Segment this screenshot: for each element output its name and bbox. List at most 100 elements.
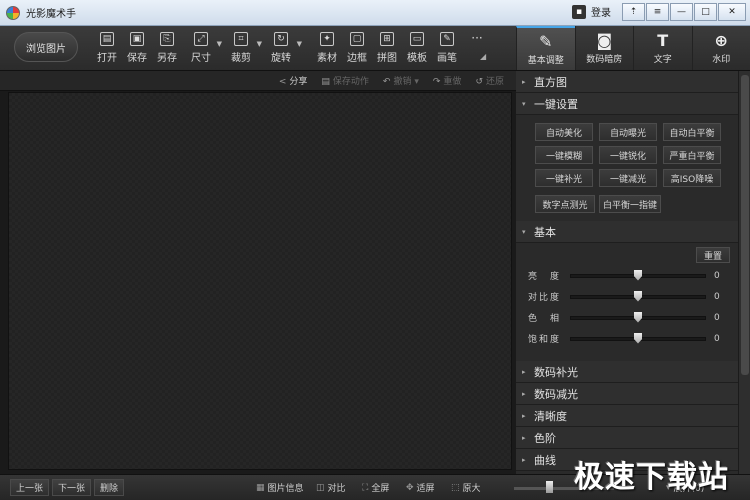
chevron-down-icon[interactable]: ▼ <box>217 40 222 48</box>
save-action-button[interactable]: ▤ 保存动作 <box>321 74 369 87</box>
login-button[interactable]: ▪ 登录 <box>572 4 611 19</box>
camera-icon: ◙ <box>596 30 613 50</box>
share-icon: < <box>278 77 287 87</box>
tool-save[interactable]: ▣ 保存 <box>122 32 152 64</box>
tool-more[interactable]: ··· ◢ <box>462 32 492 64</box>
chevron-down-icon[interactable]: ▼ <box>297 40 302 48</box>
auto-exposure-button[interactable]: 自动曝光 <box>599 123 657 141</box>
redo-button[interactable]: ↷ 重做 <box>433 74 462 87</box>
slider-track[interactable] <box>570 269 706 281</box>
slider-track[interactable] <box>570 332 706 344</box>
saturation-slider[interactable]: 饱和度 0 <box>528 332 724 345</box>
contrast-slider[interactable]: 对比度 0 <box>528 290 724 303</box>
restore-button[interactable]: ↺ 还原 <box>475 74 504 87</box>
severe-white-balance-button[interactable]: 严重白平衡 <box>663 146 721 164</box>
adjust-panel: ▸ 直方图 ▾ 一键设置 自动美化 自动曝光 自动白平衡 一键模糊 一键锐化 严… <box>516 71 738 474</box>
undo-button[interactable]: ↶ 撤销 ▾ <box>383 74 419 87</box>
tab-watermark[interactable]: ⊕ 水印 <box>691 26 750 70</box>
slider-knob[interactable] <box>634 311 642 323</box>
border-icon: ▢ <box>350 32 364 46</box>
close-button[interactable]: ✕ <box>718 3 746 21</box>
one-click-blur-button[interactable]: 一键模糊 <box>535 146 593 164</box>
compare-label: 对比 <box>327 484 346 494</box>
next-image-button[interactable]: 下一张 <box>52 479 92 496</box>
menu-button[interactable]: ≡ <box>646 3 669 21</box>
tab-darkroom[interactable]: ◙ 数码暗房 <box>574 26 634 70</box>
more-icon: ··· <box>471 31 483 45</box>
minimize-button[interactable]: — <box>670 3 693 21</box>
image-info-button[interactable]: ▦ 图片信息 <box>256 481 304 495</box>
scrollbar-thumb[interactable] <box>741 75 749 375</box>
tool-open[interactable]: ▤ 打开 <box>92 32 122 64</box>
tool-brush-label: 画笔 <box>437 53 457 64</box>
brightness-slider[interactable]: 亮 度 0 <box>528 269 724 282</box>
share-button[interactable]: < 分享 <box>279 74 308 87</box>
resize-icon: ⤢ <box>194 32 208 46</box>
slider-knob[interactable] <box>634 269 642 281</box>
tool-brush[interactable]: ✎ 画笔 <box>432 32 462 64</box>
tool-border[interactable]: ▢ 边框 <box>342 32 372 64</box>
slider-label: 对比度 <box>528 293 562 303</box>
compare-button[interactable]: ◫ 对比 <box>316 481 346 495</box>
section-reduce-light[interactable]: ▸ 数码减光 <box>516 383 738 405</box>
info-icon: ▦ <box>256 482 265 493</box>
slider-knob[interactable] <box>634 332 642 344</box>
section-one-click[interactable]: ▾ 一键设置 <box>516 93 738 115</box>
brush-icon: ✎ <box>440 32 454 46</box>
slider-track[interactable] <box>570 290 706 302</box>
site-watermark: 极速下载站 <box>574 460 729 495</box>
tool-material-label: 素材 <box>317 53 337 64</box>
image-info-label: 图片信息 <box>267 484 304 494</box>
tool-crop[interactable]: ⌗ 裁剪 ▼ <box>226 32 262 64</box>
delete-button[interactable]: 删除 <box>94 479 125 496</box>
expand-arrow-icon: ▸ <box>522 367 526 376</box>
section-fill-light[interactable]: ▸ 数码补光 <box>516 361 738 383</box>
section-levels[interactable]: ▸ 色阶 <box>516 427 738 449</box>
original-size-icon: ⬚ <box>451 482 460 493</box>
prev-image-button[interactable]: 上一张 <box>10 479 50 496</box>
chevron-down-icon[interactable]: ▼ <box>257 40 262 48</box>
slider-knob[interactable] <box>634 290 642 302</box>
hue-slider[interactable]: 色 相 0 <box>528 311 724 324</box>
tool-template[interactable]: ▭ 模板 <box>402 32 432 64</box>
slider-track[interactable] <box>570 311 706 323</box>
reset-button[interactable]: 重置 <box>696 247 730 263</box>
tool-save-as[interactable]: ⎘ 另存 <box>152 32 182 64</box>
high-iso-denoise-button[interactable]: 高ISO降噪 <box>663 169 721 187</box>
panel-scrollbar[interactable] <box>738 71 750 474</box>
white-balance-finger-button[interactable]: 白平衡一指键 <box>599 195 661 213</box>
slider-label: 色 相 <box>528 314 562 324</box>
tool-resize[interactable]: ⤢ 尺寸 ▼ <box>186 32 222 64</box>
original-size-button[interactable]: ⬚ 原大 <box>451 481 481 495</box>
expand-arrow-icon: ▸ <box>522 433 526 442</box>
section-histogram[interactable]: ▸ 直方图 <box>516 71 738 93</box>
tab-basic-adjust[interactable]: ✎ 基本调整 <box>516 26 575 70</box>
fit-screen-label: 适屏 <box>416 484 435 494</box>
tab-text[interactable]: T 文字 <box>633 26 692 70</box>
tool-material[interactable]: ✦ 素材 <box>312 32 342 64</box>
one-click-reduce-light-button[interactable]: 一键减光 <box>599 169 657 187</box>
auto-white-balance-button[interactable]: 自动白平衡 <box>663 123 721 141</box>
auto-beautify-button[interactable]: 自动美化 <box>535 123 593 141</box>
fit-icon: ✥ <box>406 482 414 493</box>
fullscreen-button[interactable]: ⛶ 全屏 <box>362 481 389 495</box>
section-title: 色阶 <box>534 431 556 445</box>
spot-metering-button[interactable]: 数字点测光 <box>535 195 595 213</box>
section-clarity[interactable]: ▸ 清晰度 <box>516 405 738 427</box>
image-canvas[interactable] <box>8 92 512 470</box>
maximize-button[interactable]: □ <box>694 3 717 21</box>
chevron-down-icon[interactable]: ▾ <box>414 77 419 87</box>
one-click-fill-light-button[interactable]: 一键补光 <box>535 169 593 187</box>
tool-resize-label: 尺寸 <box>191 53 211 64</box>
skin-button[interactable]: ⇡ <box>622 3 645 21</box>
one-click-sharpen-button[interactable]: 一键锐化 <box>599 146 657 164</box>
tool-rotate[interactable]: ↻ 旋转 ▼ <box>266 32 302 64</box>
tool-collage[interactable]: ⊞ 拼图 <box>372 32 402 64</box>
fit-screen-button[interactable]: ✥ 适屏 <box>406 481 435 495</box>
tab-label: 水印 <box>712 54 731 65</box>
save-icon: ▣ <box>130 32 144 46</box>
tab-label: 文字 <box>653 54 672 65</box>
zoom-slider-knob[interactable] <box>546 481 553 493</box>
browse-images-button[interactable]: 浏览图片 <box>14 32 78 62</box>
section-basic[interactable]: ▾ 基本 <box>516 221 738 243</box>
